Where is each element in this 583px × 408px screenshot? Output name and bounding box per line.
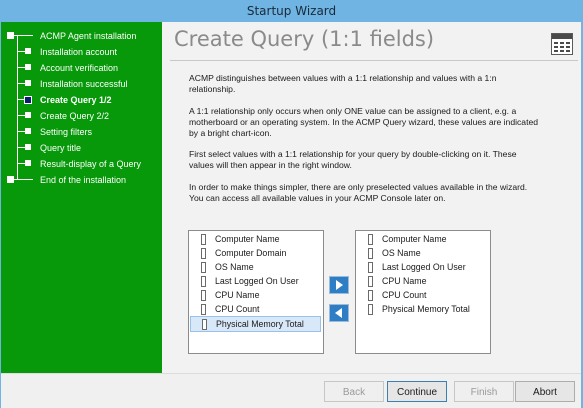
- field-icon: [202, 319, 207, 330]
- field-icon: [201, 304, 206, 315]
- abort-button[interactable]: Abort: [515, 381, 575, 402]
- intro-paragraph: ACMP distinguishes between values with a…: [189, 73, 497, 94]
- hint-paragraph: In order to make things simpler, there a…: [189, 182, 528, 203]
- list-item[interactable]: Last Logged On User: [190, 274, 321, 288]
- list-item[interactable]: Computer Name: [190, 232, 321, 246]
- available-fields-list[interactable]: Computer Name Computer Domain OS Name La…: [188, 230, 324, 354]
- step-node-icon: [25, 128, 31, 134]
- step-node-icon: [25, 64, 31, 70]
- list-item[interactable]: Computer Name: [357, 232, 488, 246]
- step-account-verification: Account verification: [1, 60, 162, 76]
- step-label: ACMP Agent installation: [40, 31, 137, 41]
- step-agent-installation: ACMP Agent installation: [1, 28, 162, 44]
- step-result-display: Result-display of a Query: [1, 156, 162, 172]
- list-item[interactable]: CPU Name: [190, 288, 321, 302]
- wizard-footer: Back Continue Finish Abort: [1, 373, 581, 408]
- step-label: Create Query 1/2: [40, 95, 112, 105]
- add-field-button[interactable]: [329, 276, 349, 294]
- step-label: Result-display of a Query: [40, 159, 142, 169]
- list-item[interactable]: Computer Domain: [190, 246, 321, 260]
- field-icon: [368, 234, 373, 245]
- step-label: Create Query 2/2: [40, 111, 110, 121]
- list-item[interactable]: OS Name: [357, 246, 488, 260]
- step-installation-successful: Installation successful: [1, 76, 162, 92]
- step-label: Installation account: [40, 47, 118, 57]
- finish-button[interactable]: Finish: [454, 381, 514, 402]
- field-icon: [368, 248, 373, 259]
- remove-field-button[interactable]: [329, 304, 349, 322]
- step-label: Account verification: [40, 63, 119, 73]
- step-node-icon: [25, 80, 31, 86]
- step-query-title: Query title: [1, 140, 162, 156]
- arrow-right-icon: [336, 280, 343, 290]
- step-create-query-1: Create Query 1/2: [1, 92, 162, 108]
- step-end-of-installation: End of the installation: [1, 172, 162, 188]
- step-label: Installation successful: [40, 79, 128, 89]
- list-item[interactable]: OS Name: [190, 260, 321, 274]
- field-icon: [201, 290, 206, 301]
- current-step-icon: [24, 96, 32, 104]
- step-installation-account: Installation account: [1, 44, 162, 60]
- back-button[interactable]: Back: [324, 381, 384, 402]
- field-icon: [368, 276, 373, 287]
- list-item[interactable]: Last Logged On User: [357, 260, 488, 274]
- arrow-left-icon: [335, 308, 342, 318]
- field-icon: [368, 290, 373, 301]
- field-icon: [201, 262, 206, 273]
- field-icon: [368, 262, 373, 273]
- step-node-icon: [25, 144, 31, 150]
- field-icon: [368, 304, 373, 315]
- window-title: Startup Wizard: [0, 0, 583, 22]
- wizard-steps-sidebar: ACMP Agent installation Installation acc…: [1, 22, 162, 373]
- list-item[interactable]: Physical Memory Total: [357, 302, 488, 316]
- title-divider: [170, 60, 578, 61]
- step-node-icon: [25, 112, 31, 118]
- field-icon: [201, 276, 206, 287]
- step-create-query-2: Create Query 2/2: [1, 108, 162, 124]
- field-icon: [201, 248, 206, 259]
- step-setting-filters: Setting filters: [1, 124, 162, 140]
- wizard-window: Startup Wizard ACMP Agent installation I…: [0, 0, 583, 408]
- wizard-content: Create Query (1:1 fields) ACMP distingui…: [162, 22, 581, 373]
- step-node-icon: [7, 176, 14, 183]
- step-label: Query title: [40, 143, 82, 153]
- field-icon: [201, 234, 206, 245]
- instruction-paragraph: First select values with a 1:1 relations…: [189, 149, 517, 170]
- chosen-fields-list[interactable]: Computer Name OS Name Last Logged On Use…: [355, 230, 491, 354]
- page-title: Create Query (1:1 fields): [174, 27, 435, 51]
- step-node-icon: [7, 32, 14, 39]
- table-icon: [551, 33, 573, 55]
- relationship-paragraph: A 1:1 relationship only occurs when only…: [189, 106, 539, 138]
- step-label: Setting filters: [40, 127, 93, 137]
- continue-button[interactable]: Continue: [387, 381, 447, 402]
- step-node-icon: [25, 160, 31, 166]
- list-item[interactable]: CPU Name: [357, 274, 488, 288]
- list-item[interactable]: CPU Count: [357, 288, 488, 302]
- step-node-icon: [25, 48, 31, 54]
- list-item-selected[interactable]: Physical Memory Total: [190, 316, 321, 332]
- step-label: End of the installation: [40, 175, 127, 185]
- list-item[interactable]: CPU Count: [190, 302, 321, 316]
